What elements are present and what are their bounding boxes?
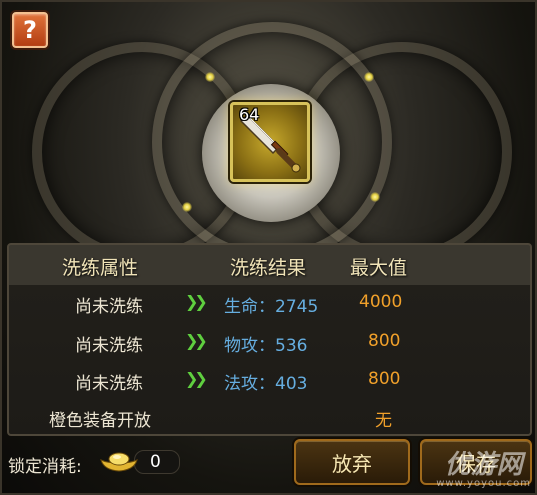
row-max: 无: [375, 411, 392, 431]
row-max: 800: [368, 331, 401, 351]
refine-window: ? 64 洗练属性 洗练结果 最大值 尚未洗练 ❯❯ 生命：2745 4000 …: [0, 0, 537, 495]
table-row: 尚未洗练 ❯❯ 生命：2745 4000: [9, 286, 530, 322]
gold-ingot-icon: [100, 452, 138, 472]
double-arrow-icon: ❯❯: [185, 292, 208, 311]
row-result: 物攻：536: [224, 336, 308, 356]
sparkle-icon: [364, 72, 374, 82]
row-attribute: 橙色装备开放: [49, 411, 151, 431]
lock-cost-label: 锁定消耗:: [8, 457, 82, 477]
lock-cost-value: 0: [150, 452, 161, 472]
double-arrow-icon: ❯❯: [185, 331, 208, 350]
equipment-slot[interactable]: 64: [230, 102, 310, 182]
header-attribute: 洗练属性: [62, 257, 139, 279]
row-result: 生命：2745: [224, 297, 319, 317]
sparkle-icon: [370, 192, 380, 202]
question-icon: ?: [23, 16, 37, 44]
abandon-button[interactable]: 放弃: [294, 439, 410, 485]
sparkle-icon: [205, 72, 215, 82]
item-level: 64: [239, 105, 260, 124]
sparkle-icon: [182, 202, 192, 212]
table-row: 橙色装备开放 无: [9, 400, 530, 436]
table-row: 尚未洗练 ❯❯ 物攻：536 800: [9, 325, 530, 361]
row-attribute: 尚未洗练: [75, 374, 143, 394]
save-button-label: 保存: [456, 451, 496, 476]
table-row: 尚未洗练 ❯❯ 法攻：403 800: [9, 363, 530, 399]
save-button[interactable]: 保存: [420, 439, 532, 485]
row-max: 4000: [359, 292, 403, 312]
header-max: 最大值: [350, 257, 408, 279]
header-result: 洗练结果: [230, 257, 307, 279]
row-max: 800: [368, 369, 401, 389]
row-attribute: 尚未洗练: [75, 297, 143, 317]
abandon-button-label: 放弃: [332, 451, 372, 476]
row-attribute: 尚未洗练: [75, 336, 143, 356]
refine-table: 洗练属性 洗练结果 最大值 尚未洗练 ❯❯ 生命：2745 4000 尚未洗练 …: [7, 243, 532, 436]
double-arrow-icon: ❯❯: [185, 369, 208, 388]
help-button[interactable]: ?: [12, 12, 48, 48]
row-result: 法攻：403: [224, 374, 308, 394]
